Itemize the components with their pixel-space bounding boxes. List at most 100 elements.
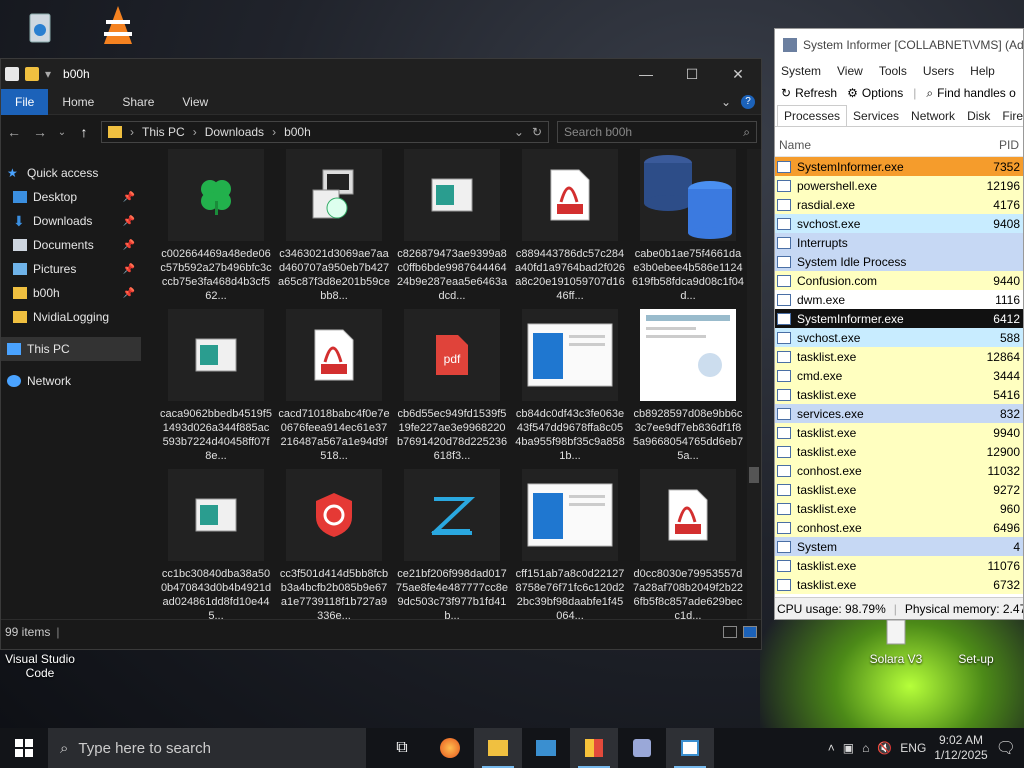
file-tile[interactable]: c002664469a48ede06c57b592a27b496bfc3cccb… — [157, 149, 275, 309]
process-row[interactable]: SystemInformer.exe 6412 — [775, 309, 1023, 328]
language-indicator[interactable]: ENG — [900, 741, 926, 755]
chevron-up-icon[interactable]: ˄ — [828, 741, 835, 755]
volume-muted-icon[interactable]: 🔇 — [877, 741, 892, 755]
options-button[interactable]: ⚙ Options — [847, 86, 903, 100]
vscode-desktop-icon[interactable]: Visual Studio Code — [0, 652, 80, 680]
tab-share[interactable]: Share — [108, 89, 168, 115]
forward-arrow-icon[interactable]: → — [31, 124, 49, 140]
sidebar-item-quick-access[interactable]: ★ Quick access — [1, 161, 141, 185]
tab-services[interactable]: Services — [847, 106, 905, 126]
tab-processes[interactable]: Processes — [777, 105, 848, 126]
close-button[interactable]: ✕ — [715, 59, 761, 89]
sidebar-item-downloads[interactable]: ⬇ Downloads 📌 — [1, 209, 141, 233]
process-row[interactable]: svchost.exe 588 — [775, 328, 1023, 347]
properties-icon[interactable] — [5, 67, 19, 81]
sidebar-item-pictures[interactable]: Pictures 📌 — [1, 257, 141, 281]
task-view-button[interactable]: ⧉ — [378, 728, 426, 768]
start-button[interactable] — [0, 728, 48, 768]
find-handles-button[interactable]: ⌕ Find handles o — [926, 86, 1015, 101]
up-arrow-icon[interactable]: ↑ — [75, 124, 93, 140]
explorer-search-input[interactable]: Search b00h ⌕ — [557, 121, 757, 143]
large-icons-view-icon[interactable] — [743, 625, 757, 638]
file-tile[interactable]: cc3f501d414d5bb8fcbb3a4bcfb2b085b9e67a1e… — [275, 469, 393, 619]
process-row[interactable]: tasklist.exe 9272 — [775, 480, 1023, 499]
process-row[interactable]: Interrupts — [775, 233, 1023, 252]
process-row[interactable]: tasklist.exe 960 — [775, 499, 1023, 518]
file-tile[interactable]: ce21bf206f998dad01775ae8fe4e487777cc8e9d… — [393, 469, 511, 619]
process-row[interactable]: tasklist.exe 11076 — [775, 556, 1023, 575]
process-row[interactable]: tasklist.exe 12864 — [775, 347, 1023, 366]
recycle-bin-desktop-icon[interactable] — [0, 6, 80, 50]
tab-network[interactable]: Network — [905, 106, 961, 126]
address-bar[interactable]: › This PC › Downloads › b00h ⌄ ↻ — [101, 121, 549, 143]
tab-disk[interactable]: Disk — [961, 106, 996, 126]
process-row[interactable]: rasdial.exe 4176 — [775, 195, 1023, 214]
menu-help[interactable]: Help — [970, 64, 995, 78]
tab-file[interactable]: File — [1, 88, 49, 115]
process-row[interactable]: SystemInformer.exe 7352 — [775, 157, 1023, 176]
menu-system[interactable]: System — [781, 64, 821, 78]
taskbar-search-input[interactable]: ⌕ Type here to search — [48, 728, 366, 768]
display-icon[interactable]: ▣ — [843, 741, 854, 755]
file-tile[interactable]: cabe0b1ae75f4661dae3b0ebee4b586e1124619f… — [629, 149, 747, 309]
window-app-taskbar-button[interactable] — [666, 728, 714, 768]
process-row[interactable]: Confusion.com 9440 — [775, 271, 1023, 290]
sidebar-item-b00h[interactable]: b00h 📌 — [1, 281, 141, 305]
vlc-desktop-icon[interactable] — [78, 4, 158, 48]
minimize-button[interactable]: — — [623, 59, 669, 89]
file-tile[interactable]: cc1bc30840dba38a500b470843d0b4b4921dad02… — [157, 469, 275, 619]
chevron-down-icon[interactable]: ▾ — [45, 67, 51, 81]
file-tile[interactable]: pdf cb6d55ec949fd1539f519fe227ae3e9968220… — [393, 309, 511, 469]
system-informer-taskbar-button[interactable] — [618, 728, 666, 768]
help-icon[interactable]: ? — [741, 94, 755, 109]
firefox-taskbar-button[interactable] — [426, 728, 474, 768]
address-dropdown-icon[interactable]: ⌄ — [514, 125, 524, 139]
process-row[interactable]: System 4 — [775, 537, 1023, 556]
process-row[interactable]: tasklist.exe 6732 — [775, 575, 1023, 594]
details-view-icon[interactable] — [723, 625, 737, 638]
menu-users[interactable]: Users — [923, 64, 954, 78]
media-app-taskbar-button[interactable] — [570, 728, 618, 768]
sidebar-item-network[interactable]: Network — [1, 369, 141, 393]
scrollbar-thumb[interactable] — [749, 467, 759, 483]
breadcrumb-b00h[interactable]: b00h — [284, 125, 311, 139]
process-row[interactable]: tasklist.exe 12900 — [775, 442, 1023, 461]
file-tile[interactable]: c3463021d3069ae7aad460707a950eb7b427a65c… — [275, 149, 393, 309]
process-row[interactable]: conhost.exe 6496 — [775, 518, 1023, 537]
process-row[interactable]: tasklist.exe 5416 — [775, 385, 1023, 404]
notification-icon[interactable]: 🗨 — [996, 738, 1016, 758]
breadcrumb-downloads[interactable]: Downloads — [205, 125, 264, 139]
column-header-pid[interactable]: PID — [999, 138, 1019, 152]
file-tile[interactable]: cb84dc0df43c3fe063e43f547dd9678ffa8c054b… — [511, 309, 629, 469]
column-header-name[interactable]: Name — [779, 138, 811, 152]
file-tile[interactable]: cacd71018babc4f0e7e0676feea914ec61e37216… — [275, 309, 393, 469]
file-tile[interactable]: cff151ab7a8c0d221278758e76f71fc6c120d22b… — [511, 469, 629, 619]
clock[interactable]: 9:02 AM 1/12/2025 — [934, 733, 987, 763]
refresh-icon[interactable]: ↻ — [532, 125, 542, 139]
vertical-scrollbar[interactable] — [747, 149, 761, 619]
tab-view[interactable]: View — [168, 89, 222, 115]
sidebar-item-documents[interactable]: Documents 📌 — [1, 233, 141, 257]
menu-view[interactable]: View — [837, 64, 863, 78]
solara-desktop-icon[interactable]: Solara V3 — [856, 618, 936, 666]
network-tray-icon[interactable]: ⌂ — [862, 741, 869, 755]
setup-desktop-icon[interactable]: Set-up — [936, 652, 1016, 666]
process-row[interactable]: cmd.exe 3444 — [775, 366, 1023, 385]
process-row[interactable]: conhost.exe 11032 — [775, 461, 1023, 480]
back-arrow-icon[interactable]: ← — [5, 124, 23, 140]
explorer-title-bar[interactable]: ▾ b00h — ☐ ✕ — [1, 59, 761, 89]
breadcrumb-this-pc[interactable]: This PC — [142, 125, 185, 139]
recent-chevron-icon[interactable]: ⌄ — [57, 127, 67, 138]
sidebar-item-desktop[interactable]: Desktop 📌 — [1, 185, 141, 209]
file-tile[interactable]: caca9062bbedb4519f51493d026a344f885ac593… — [157, 309, 275, 469]
maximize-button[interactable]: ☐ — [669, 59, 715, 89]
file-tile[interactable]: d0cc8030e79953557d7a28af708b2049f2b226fb… — [629, 469, 747, 619]
file-explorer-taskbar-button[interactable] — [474, 728, 522, 768]
expand-ribbon-icon[interactable]: ⌄ — [721, 95, 731, 109]
si-title-bar[interactable]: System Informer [COLLABNET\VMS] (Adm — [775, 29, 1023, 61]
file-tile[interactable]: cb8928597d08e9bb6c3c7ee9df7eb836df1f85a9… — [629, 309, 747, 469]
sidebar-item-nvidialogging[interactable]: NvidiaLogging — [1, 305, 141, 329]
process-row[interactable]: dwm.exe 1116 — [775, 290, 1023, 309]
process-row[interactable]: tasklist.exe 9940 — [775, 423, 1023, 442]
new-folder-icon[interactable] — [25, 67, 39, 81]
